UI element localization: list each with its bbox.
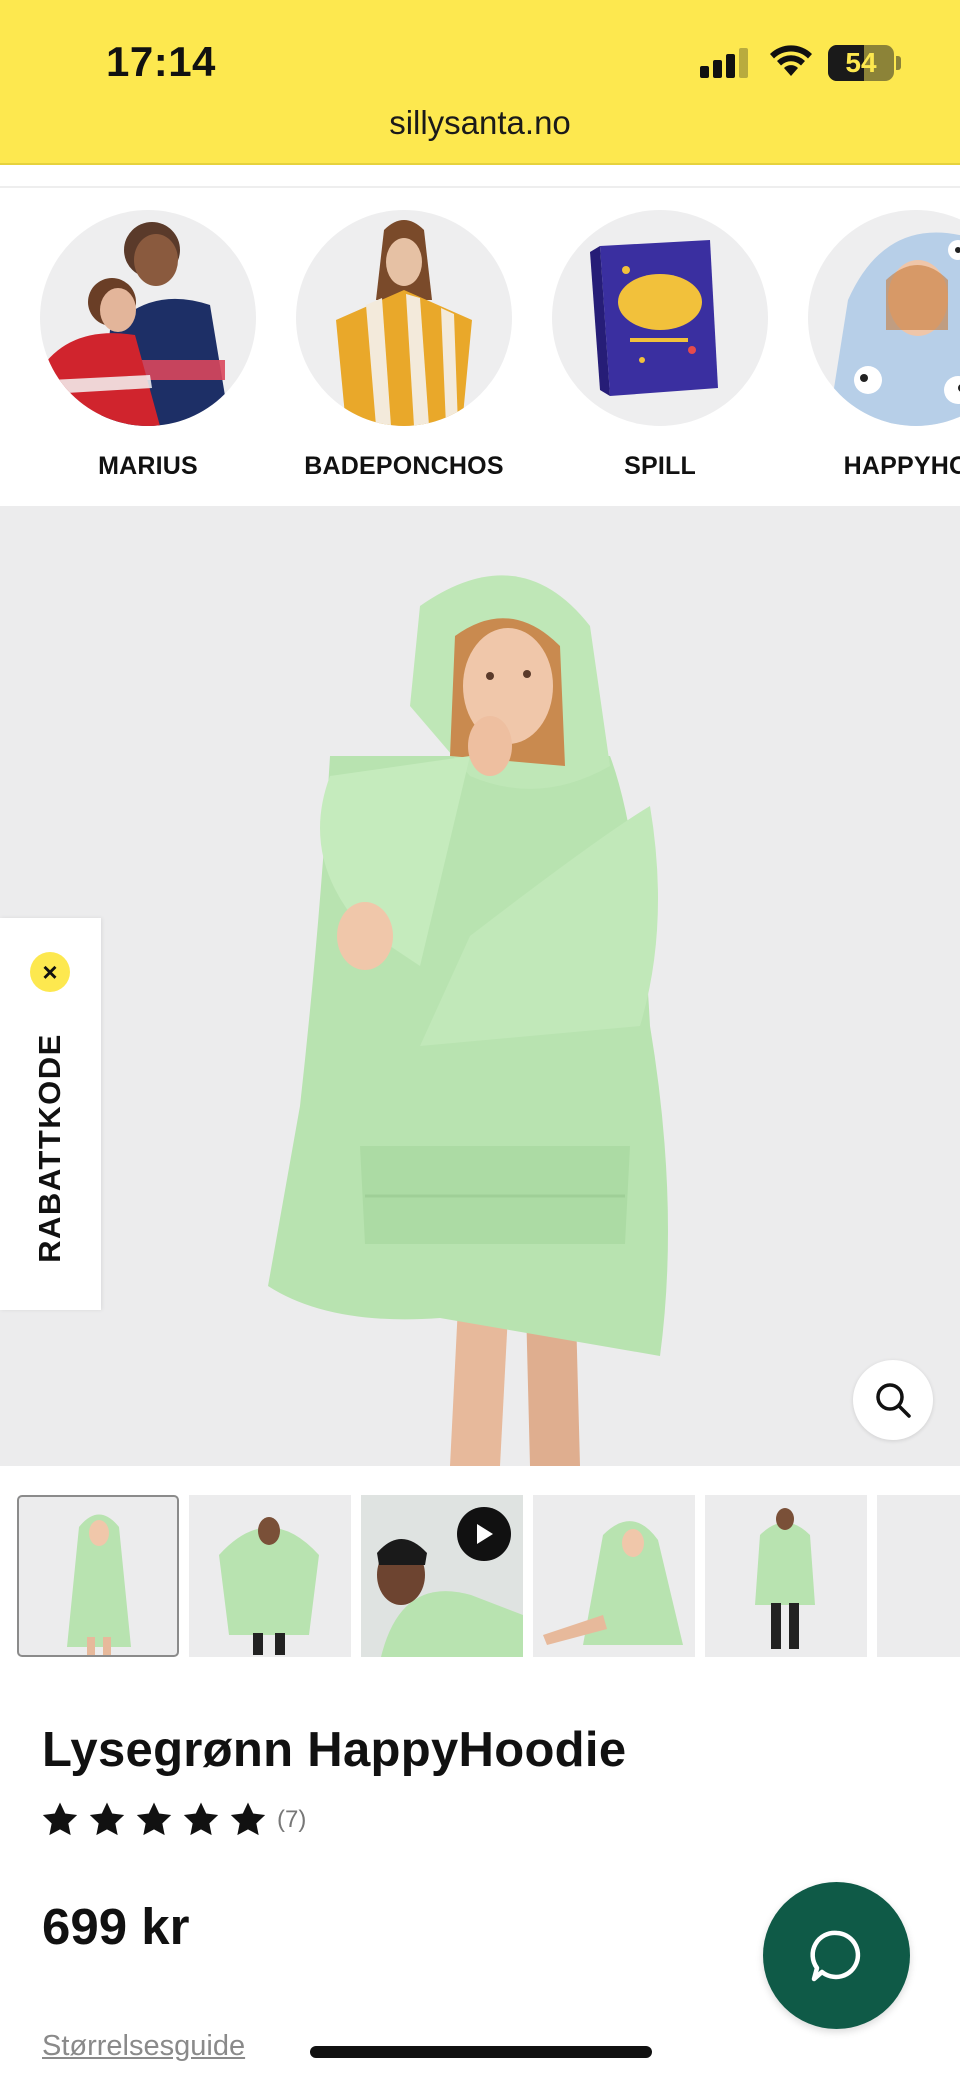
category-item-happyhoodie[interactable]: HAPPYHOO [788,210,960,481]
category-label: MARIUS [98,452,198,480]
thumb-sitting-woman[interactable] [533,1495,695,1657]
star-icon [42,1802,78,1836]
thumb-front-woman[interactable] [17,1495,179,1657]
woman-in-panda-hoodie-image [808,210,960,426]
play-video-icon[interactable] [457,1507,511,1561]
thumb-front-man[interactable] [189,1495,351,1657]
home-indicator[interactable] [310,2046,652,2058]
header-divider [0,186,960,188]
category-label: BADEPONCHOS [304,452,504,480]
thumb-video-closeup[interactable] [361,1495,523,1657]
thumb-partial[interactable] [877,1495,960,1657]
category-item-spill[interactable]: SPILL [532,210,788,481]
category-label: HAPPYHOO [843,452,960,480]
star-icon [183,1802,219,1836]
rating-stars[interactable]: (7) [40,1800,306,1840]
category-item-badeponchos[interactable]: BADEPONCHOS [276,210,532,481]
thumb-full-length-man[interactable] [705,1495,867,1657]
cellular-signal-icon [700,48,750,78]
product-main-image[interactable] [0,506,960,1466]
category-carousel[interactable]: MARIUS BADEPONCHOS SPILL HAPPYHO [0,210,960,490]
product-title: Lysegrønn HappyHoodie [42,1723,627,1777]
couple-in-knit-sweaters-image [40,210,256,426]
zoom-button[interactable] [853,1360,933,1440]
review-count[interactable]: (7) [277,1806,306,1834]
green-hoodie-model-image [268,575,668,1466]
discount-code-label: RABATTKODE [32,1033,67,1263]
product-price: 699 kr [42,1898,190,1955]
category-item-marius[interactable]: MARIUS [20,210,276,481]
star-icon [230,1802,266,1836]
address-bar-url[interactable]: sillysanta.no [0,104,960,142]
magnifier-icon [876,1383,911,1418]
battery-level: 54 [845,47,877,78]
chat-bubble-icon [809,1930,860,1981]
woman-in-striped-poncho-image [296,210,512,426]
kazoo-star-game-box-image [552,210,768,426]
wifi-icon [770,45,812,76]
category-label: SPILL [624,452,696,480]
chat-button[interactable] [763,1882,910,2029]
thumbnail-strip[interactable] [17,1495,960,1658]
star-icon [136,1802,172,1836]
battery-icon: 54 [828,45,894,81]
battery-tip [896,56,901,70]
star-icon [89,1802,125,1836]
browser-top-bar: 17:14 54 sillysanta.no [0,0,960,165]
close-icon[interactable]: × [30,952,70,992]
status-time: 17:14 [106,38,216,85]
discount-code-tab[interactable]: × RABATTKODE [0,918,101,1310]
size-guide-link[interactable]: Størrelsesguide [42,2030,245,2063]
